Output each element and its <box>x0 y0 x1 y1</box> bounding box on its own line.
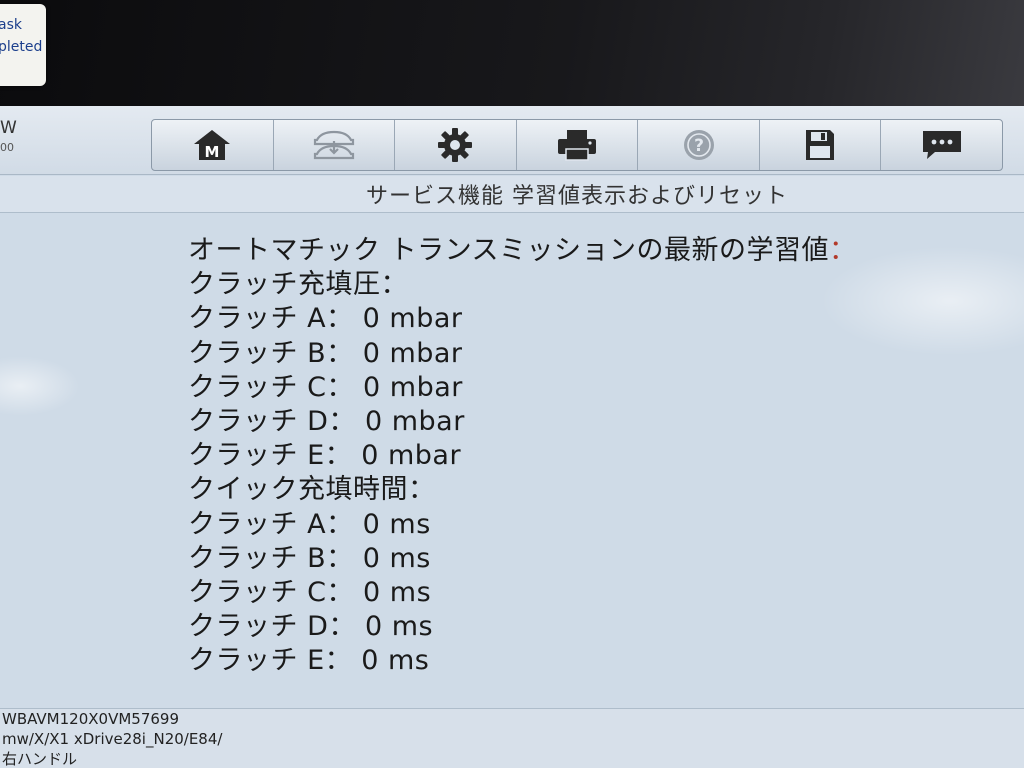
top-left-letter: W <box>0 118 17 138</box>
toolbar: M ? <box>151 119 1003 171</box>
home-icon-letter: M <box>205 143 220 161</box>
pressure-row: クラッチ D： 0 mbar <box>188 406 465 438</box>
page-title-bar: サービス機能 学習値表示およびリセット <box>0 176 1024 213</box>
vehicle-swap-button[interactable] <box>274 120 396 170</box>
help-button[interactable]: ? <box>638 120 760 170</box>
print-button[interactable] <box>517 120 639 170</box>
floppy-disk-icon <box>806 130 835 160</box>
time-row: クラッチ C： 0 ms <box>188 577 432 609</box>
section-heading-text: オートマチック トランスミッションの最新の学習値 <box>188 235 830 266</box>
screen-glare <box>0 356 80 416</box>
vehicle-info-footer: WBAVM120X0VM57699 mw/X/X1 xDrive28i_N20/… <box>0 708 1024 768</box>
learned-values-panel: オートマチック トランスミッションの最新の学習値： クラッチ充填圧： クラッチ … <box>188 234 968 679</box>
help-icon-glyph: ? <box>694 136 704 156</box>
help-icon: ? <box>683 130 714 160</box>
top-bar: W 00 M ? <box>0 106 1024 175</box>
time-row: クラッチ A： 0 ms <box>188 508 431 540</box>
sticker-line-2: pleted <box>0 39 43 55</box>
page-title: サービス機能 学習値表示およびリセット <box>366 184 788 209</box>
time-row: クラッチ B： 0 ms <box>188 542 431 574</box>
chat-bubble-icon <box>922 131 961 159</box>
pressure-row: クラッチ A： 0 mbar <box>188 303 463 335</box>
vehicle-model: mw/X/X1 xDrive28i_N20/E84/ <box>2 730 223 748</box>
gear-icon <box>438 128 473 162</box>
vin-number: WBAVM120X0VM57699 <box>2 710 179 728</box>
sticker-line-1: ask <box>0 17 22 33</box>
device-screen: W 00 M ? サービス機能 学習値表示およびリセット オートマチック トラン… <box>0 106 1024 768</box>
home-icon: M <box>194 130 231 161</box>
pressure-row: クラッチ B： 0 mbar <box>188 337 463 369</box>
time-row: クラッチ D： 0 ms <box>188 611 434 643</box>
save-button[interactable] <box>760 120 882 170</box>
time-section-label: クイック充填時間： <box>188 474 436 506</box>
top-left-sub: 00 <box>0 141 14 154</box>
pressure-row: クラッチ E： 0 mbar <box>188 440 462 472</box>
home-button[interactable]: M <box>152 120 274 170</box>
pressure-section-label: クラッチ充填圧： <box>188 269 408 301</box>
vehicle-extra: 右ハンドル <box>2 750 78 768</box>
top-left-info: W 00 <box>0 118 17 158</box>
section-heading-colon: ： <box>829 235 857 266</box>
settings-button[interactable] <box>395 120 517 170</box>
messages-button[interactable] <box>881 120 1002 170</box>
task-sticker: ask pleted <box>0 4 46 86</box>
section-heading: オートマチック トランスミッションの最新の学習値： <box>188 234 968 268</box>
time-row: クラッチ E： 0 ms <box>188 645 430 677</box>
printer-icon <box>558 130 597 161</box>
pressure-row: クラッチ C： 0 mbar <box>188 371 463 403</box>
vehicle-swap-icon <box>313 130 354 160</box>
device-bezel <box>0 0 1024 110</box>
